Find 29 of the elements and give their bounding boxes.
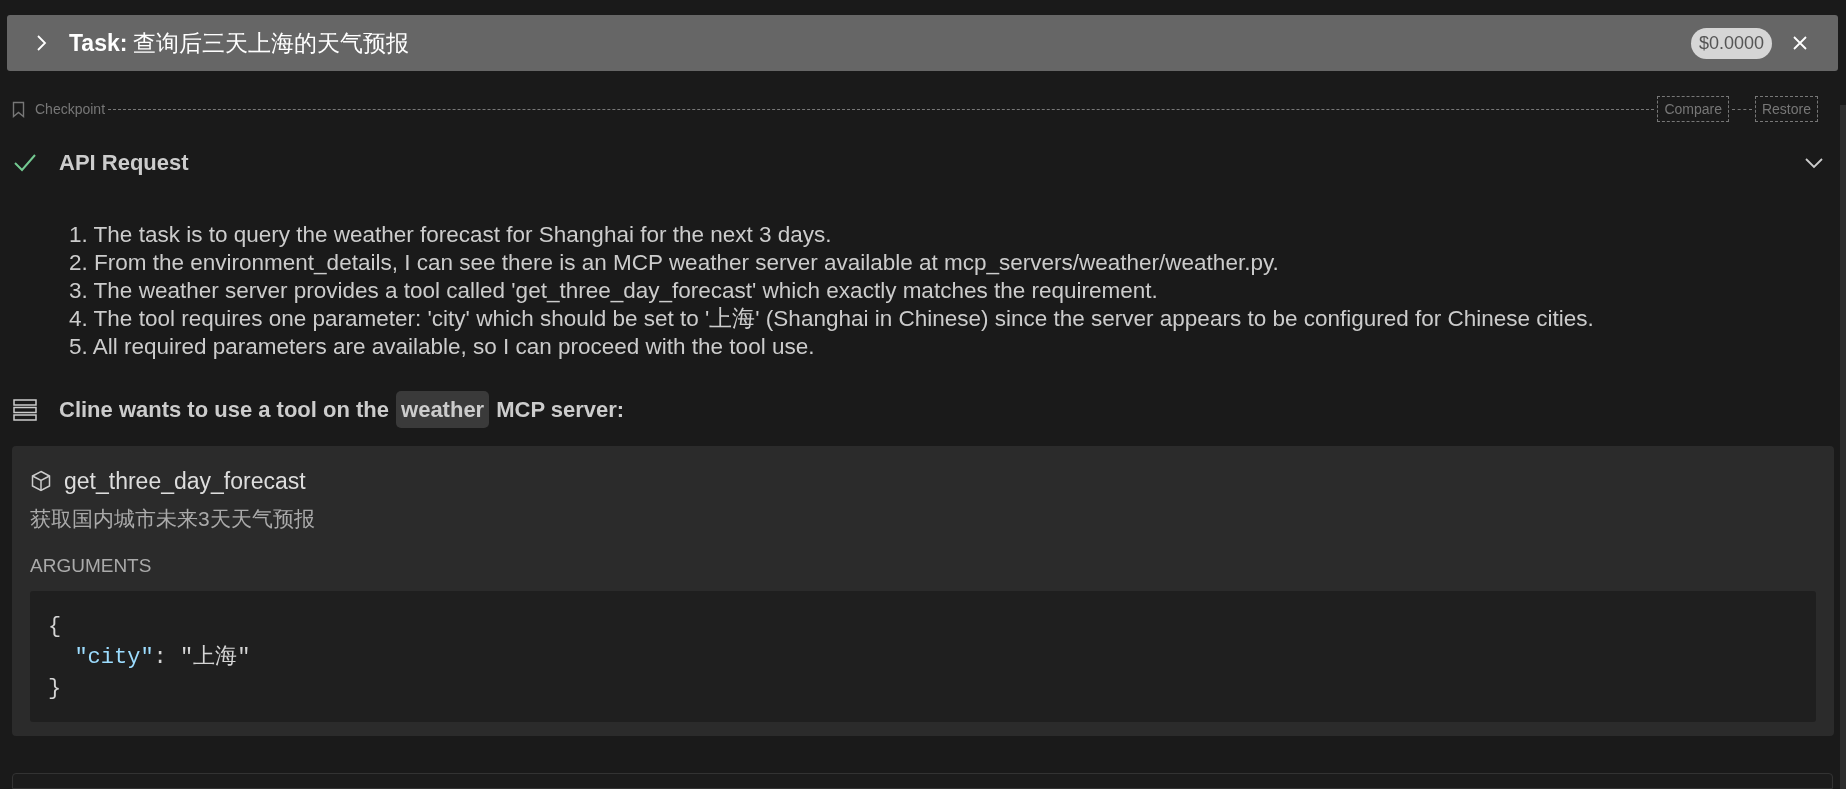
code-line: "city": "上海" bbox=[73, 643, 251, 672]
chevron-down-icon[interactable] bbox=[1804, 156, 1824, 169]
close-icon[interactable] bbox=[1792, 35, 1808, 52]
reasoning-item: 1. The task is to query the weather forecast for Shanghai for the next 3 days. bbox=[69, 221, 832, 250]
cube-icon bbox=[30, 470, 52, 493]
api-request-title: API Request bbox=[59, 149, 189, 178]
checkpoint-button[interactable]: Compare bbox=[1657, 96, 1729, 123]
code-line: { bbox=[48, 612, 62, 641]
reasoning-item: 3. The weather server provides a tool called 'get_three_day_forecast' which exactly matches the requirement. bbox=[69, 277, 1158, 306]
checkmark-icon bbox=[13, 152, 37, 173]
task-title: 查询后三天上海的天气预报 bbox=[133, 28, 410, 58]
reasoning-item: 5. All required parameters are available, so I can proceed with the tool use. bbox=[69, 333, 815, 362]
reasoning-item: 4. The tool requires one parameter: 'city' which should be set to '上海' (Shanghai in Chinese) since the server appears to be configured for Chinese cities. bbox=[69, 305, 1594, 334]
server-icon bbox=[13, 398, 37, 421]
checkpoint-label: Checkpoint bbox=[35, 99, 106, 119]
task-label: Task: bbox=[69, 28, 128, 58]
reasoning-item: 2. From the environment_details, I can see there is an MCP weather server available at mcp_servers/weather/weather.py. bbox=[69, 249, 1279, 278]
tool-request-text: MCP server: bbox=[496, 396, 625, 425]
tool-name: get_three_day_forecast bbox=[64, 467, 306, 497]
checkpoint-button[interactable]: Restore bbox=[1754, 96, 1818, 123]
code-line: } bbox=[48, 674, 62, 703]
arguments-label: ARGUMENTS bbox=[30, 554, 152, 579]
cost-badge: $0.0000 bbox=[1690, 27, 1772, 59]
tool-request-text: Cline wants to use a tool on the bbox=[59, 396, 390, 425]
chevron-right-icon bbox=[35, 34, 49, 53]
bookmark-icon bbox=[12, 100, 25, 118]
task-header[interactable]: Task: 查询后三天上海的天气预报 $0.0000 bbox=[7, 15, 1838, 72]
server-name-badge: weather bbox=[396, 391, 490, 429]
tool-description: 获取国内城市未来3天天气预报 bbox=[30, 505, 315, 532]
